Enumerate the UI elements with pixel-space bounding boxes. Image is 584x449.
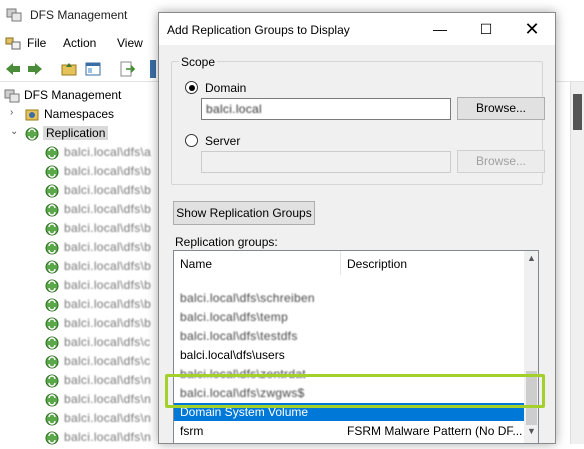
replication-group-icon bbox=[44, 221, 60, 237]
tree-item-label: balci.local\dfs\b bbox=[64, 316, 152, 330]
table-row[interactable]: balci.local\dfs\temp bbox=[174, 308, 524, 326]
tree-item-label: Namespaces bbox=[44, 107, 115, 121]
tree-item-label: balci.local\dfs\a bbox=[64, 145, 152, 159]
tree-item-label: balci.local\dfs\b bbox=[64, 164, 152, 178]
domain-radio-label[interactable]: Domain bbox=[205, 81, 246, 95]
maximize-icon[interactable]: ☐ bbox=[463, 13, 509, 45]
replication-group-icon bbox=[44, 335, 60, 351]
replication-group-icon bbox=[44, 373, 60, 389]
server-radio-label[interactable]: Server bbox=[205, 134, 240, 148]
close-icon[interactable]: ✕ bbox=[509, 13, 555, 45]
collapse-chevron-icon[interactable]: ⌄ bbox=[10, 127, 20, 137]
replication-group-icon bbox=[44, 183, 60, 199]
dialog-titlebar: Add Replication Groups to Display — ☐ ✕ bbox=[159, 13, 555, 45]
tree-item-label: balci.local\dfs\b bbox=[64, 183, 152, 197]
expand-chevron-icon[interactable]: › bbox=[10, 108, 20, 118]
show-hide-console-tree-icon[interactable] bbox=[84, 60, 102, 78]
row-name-cell: balci.local\dfs\zentrdat bbox=[180, 367, 306, 381]
tree-item-label: balci.local\dfs\b bbox=[64, 240, 152, 254]
table-row[interactable]: balci.local\dfs\zwgws$ bbox=[174, 384, 524, 402]
show-replication-groups-button[interactable]: Show Replication Groups bbox=[173, 201, 315, 225]
up-folder-icon[interactable] bbox=[60, 60, 78, 78]
menu-bar: File Action View bbox=[0, 32, 160, 54]
dfs-window-title: DFS Management bbox=[30, 8, 128, 22]
table-row[interactable]: balci.local\dfs\zentrdat bbox=[174, 365, 524, 383]
replication-group-icon bbox=[44, 354, 60, 370]
forward-arrow-icon[interactable] bbox=[26, 60, 44, 78]
scroll-down-icon[interactable]: ▼ bbox=[524, 426, 538, 441]
replication-group-icon bbox=[44, 145, 60, 161]
namespaces-icon bbox=[24, 107, 40, 123]
dfs-management-icon bbox=[4, 88, 20, 104]
table-row[interactable]: balci.local\dfs\users bbox=[174, 346, 524, 364]
domain-field-value: balci.local bbox=[206, 102, 262, 116]
column-separator[interactable] bbox=[340, 251, 341, 275]
table-row[interactable]: Domain System Volume bbox=[174, 403, 524, 421]
replication-groups-list[interactable]: Name Description balci.local\dfs\schreib… bbox=[173, 250, 539, 444]
tree-item-label: balci.local\dfs\c bbox=[64, 354, 151, 368]
tree-item-label: balci.local\dfs\n bbox=[64, 411, 152, 425]
tree-item-label: balci.local\dfs\b bbox=[64, 297, 152, 311]
tree-item-label: balci.local\dfs\b bbox=[64, 259, 152, 273]
tree-item-label: DFS Management bbox=[24, 88, 122, 102]
dfs-app-icon bbox=[6, 7, 22, 23]
menu-action[interactable]: Action bbox=[63, 36, 96, 50]
tree-item-label: balci.local\dfs\b bbox=[64, 221, 152, 235]
row-description-cell: FSRM Malware Pattern (No DF... bbox=[347, 424, 523, 438]
scroll-thumb[interactable] bbox=[526, 371, 537, 425]
tree-item-label: balci.local\dfs\n bbox=[64, 392, 152, 406]
console-tree: DFS Management › Namespaces ⌄ Replication bal… bbox=[0, 86, 160, 445]
list-header: Name Description bbox=[174, 251, 524, 275]
menu-view[interactable]: View bbox=[117, 36, 143, 50]
mmc-console-icon[interactable] bbox=[5, 35, 21, 51]
tree-item-label: balci.local\dfs\c bbox=[64, 335, 151, 349]
replication-group-icon bbox=[44, 278, 60, 294]
tree-item-label: balci.local\dfs\n bbox=[64, 430, 152, 444]
dialog-title: Add Replication Groups to Display bbox=[167, 23, 350, 37]
replication-groups-label: Replication groups: bbox=[175, 235, 278, 249]
tree-item-label: balci.local\dfs\n bbox=[64, 373, 152, 387]
replication-group-icon bbox=[44, 259, 60, 275]
column-name-header[interactable]: Name bbox=[180, 257, 212, 271]
server-browse-button[interactable]: Browse... bbox=[457, 150, 545, 173]
results-pane-scrollbar[interactable] bbox=[570, 82, 584, 444]
tree-item-label: Replication bbox=[43, 126, 109, 140]
server-radio[interactable] bbox=[185, 134, 198, 147]
table-row[interactable]: balci.local\dfs\schreiben bbox=[174, 289, 524, 307]
replication-icon bbox=[24, 126, 40, 142]
tree-item-label: balci.local\dfs\b bbox=[64, 278, 152, 292]
server-field[interactable] bbox=[201, 151, 451, 173]
row-name-cell: balci.local\dfs\temp bbox=[180, 310, 289, 324]
scroll-up-icon[interactable]: ▲ bbox=[524, 253, 538, 268]
results-pane-scroll-thumb[interactable] bbox=[573, 94, 582, 130]
row-name-cell: balci.local\dfs\zwgws$ bbox=[180, 386, 305, 400]
row-name-cell: fsrm bbox=[180, 424, 204, 438]
replication-group-icon bbox=[44, 316, 60, 332]
help-icon[interactable] bbox=[150, 60, 156, 78]
replication-group-icon bbox=[44, 411, 60, 427]
domain-browse-button[interactable]: Browse... bbox=[457, 97, 545, 120]
replication-group-icon bbox=[44, 202, 60, 218]
row-name-cell: balci.local\dfs\users bbox=[180, 348, 285, 362]
back-arrow-icon[interactable] bbox=[4, 60, 22, 78]
list-vertical-scrollbar[interactable]: ▲ ▼ bbox=[524, 251, 538, 443]
replication-group-icon bbox=[44, 164, 60, 180]
replication-group-icon bbox=[44, 240, 60, 256]
table-row[interactable]: balci.local\dfs\testdfs bbox=[174, 327, 524, 345]
replication-group-icon bbox=[44, 297, 60, 313]
table-row[interactable]: fsrm FSRM Malware Pattern (No DF... bbox=[174, 422, 524, 440]
export-list-icon[interactable] bbox=[118, 60, 136, 78]
add-replication-groups-dialog: Add Replication Groups to Display — ☐ ✕ … bbox=[158, 12, 556, 444]
scope-legend: Scope bbox=[179, 55, 218, 69]
row-name-cell: balci.local\dfs\testdfs bbox=[180, 329, 298, 343]
domain-field[interactable]: balci.local bbox=[201, 98, 451, 120]
column-description-header[interactable]: Description bbox=[347, 257, 407, 271]
tree-item-label: balci.local\dfs\b bbox=[64, 202, 152, 216]
domain-radio[interactable] bbox=[185, 81, 198, 94]
menu-file[interactable]: File bbox=[27, 36, 46, 50]
row-name-cell: balci.local\dfs\schreiben bbox=[180, 291, 315, 305]
replication-group-icon bbox=[44, 392, 60, 408]
minimize-icon[interactable]: — bbox=[417, 13, 463, 45]
row-name-cell: Domain System Volume bbox=[180, 405, 309, 419]
